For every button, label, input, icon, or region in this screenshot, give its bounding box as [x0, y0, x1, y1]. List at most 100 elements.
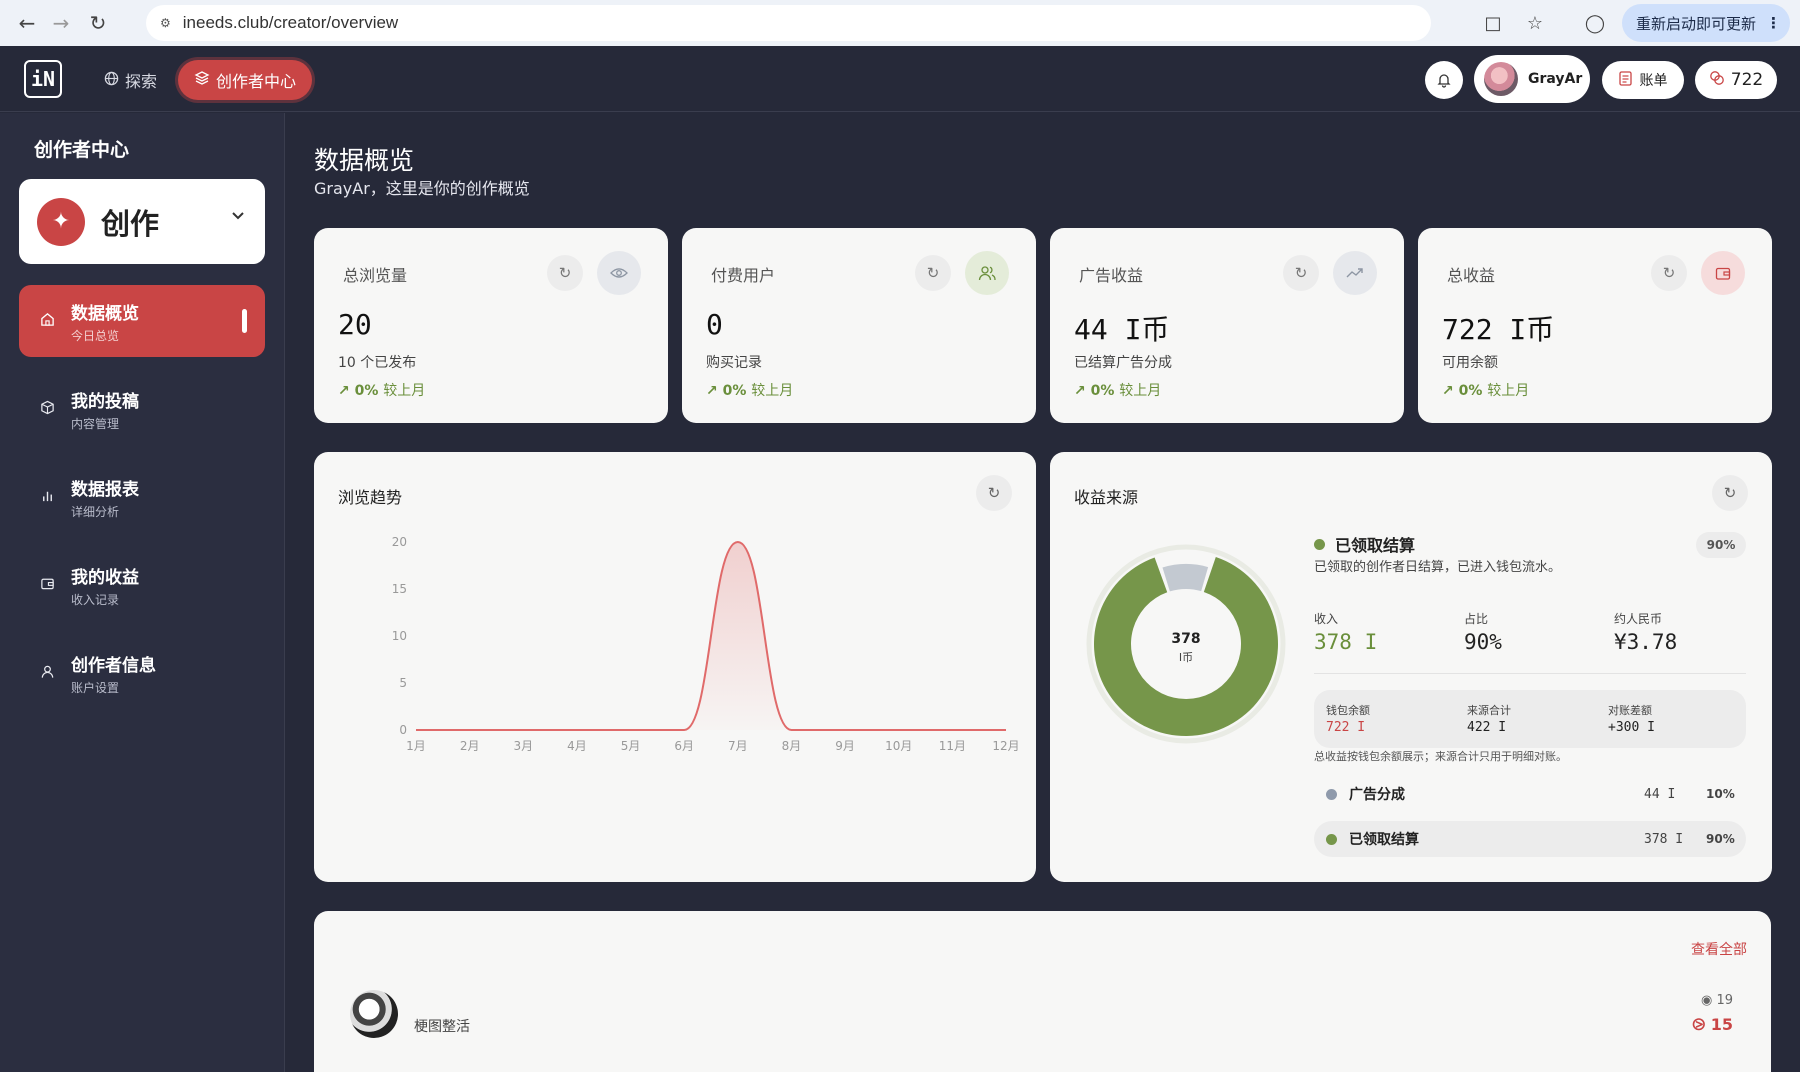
trend-chart: 0 5 10 15 20 1月 2月 3月 4月 5月 6月 7月 8月 9月 10月 11月 12月	[392, 535, 1020, 753]
share-value: 90%	[1464, 630, 1502, 654]
view-trend-panel: 浏览趋势 ↻ 0 5 10 15 20 1月 2月 3月 4月 5月 6月 7月 8月 9月 10月 11月 1…	[314, 452, 1036, 882]
back-icon[interactable]: ←	[12, 8, 42, 38]
x-tick-label: 1月	[406, 739, 426, 753]
address-bar[interactable]: ⚙ ineeds.club/creator/overview	[146, 5, 1431, 41]
stat-card-total-views: 总浏览量 ↻ 20 10 个已发布 ↗ 0% 较上月	[314, 228, 668, 423]
source-amount: 44 I	[1644, 786, 1676, 802]
sidebar-item-sublabel: 内容管理	[71, 416, 120, 431]
change-compare: 较上月	[383, 383, 426, 399]
refresh-icon[interactable]: ↻	[547, 255, 583, 291]
work-views: ◉ 19	[1701, 993, 1733, 1008]
globe-icon	[104, 71, 119, 90]
x-tick-label: 6月	[674, 739, 694, 753]
stat-value: 0	[706, 308, 723, 341]
rmb-label: 约人民币	[1614, 612, 1663, 626]
change-compare: 较上月	[1119, 383, 1162, 399]
explore-link[interactable]: 探索	[104, 64, 157, 96]
coins-icon	[1709, 70, 1725, 91]
stat-card-paid-users: 付费用户 ↻ 0 购买记录 ↗ 0% 较上月	[682, 228, 1036, 423]
sparkle-icon: ✦	[37, 197, 85, 246]
source-row-ads[interactable]: 广告分成 44 I 10%	[1314, 776, 1746, 812]
source-label: 广告分成	[1349, 787, 1405, 803]
source-pct: 10%	[1706, 787, 1735, 801]
y-tick-label: 15	[392, 582, 407, 596]
create-dropdown[interactable]: ✦ 创作	[19, 179, 265, 264]
coins-icon: ⧁	[1692, 1015, 1706, 1034]
active-indicator	[242, 309, 247, 333]
source-total-value: 422 I	[1467, 720, 1507, 735]
stat-description: 10 个已发布	[338, 355, 417, 371]
coin-balance-button[interactable]: 722	[1695, 61, 1777, 99]
chevron-down-icon	[231, 209, 245, 225]
wallet-balance-label: 钱包余额	[1326, 704, 1370, 717]
refresh-icon[interactable]: ↻	[1712, 475, 1748, 511]
stat-value: 722 I币	[1442, 313, 1555, 346]
x-tick-label: 10月	[885, 739, 912, 753]
site-logo[interactable]: iN	[24, 60, 62, 98]
sidebar-item-sublabel: 账户设置	[71, 680, 120, 695]
revenue-source-panel: 收益来源 ↻ 378 I币 已领取结算 90% 已领取的创作者日结算，已进入钱包…	[1050, 452, 1772, 882]
stat-label: 付费用户	[711, 266, 776, 285]
donut-slice-ads[interactable]	[1162, 564, 1209, 592]
install-app-icon[interactable]: □	[1478, 8, 1508, 38]
refresh-icon[interactable]: ↻	[1283, 255, 1319, 291]
reload-icon[interactable]: ↻	[83, 8, 113, 38]
share-label: 占比	[1464, 612, 1489, 626]
sidebar-item-label: 数据报表	[71, 479, 139, 500]
bookmark-star-icon[interactable]: ☆	[1520, 8, 1550, 38]
refresh-icon[interactable]: ↻	[915, 255, 951, 291]
forward-icon[interactable]: →	[46, 8, 76, 38]
sidebar-item-earnings[interactable]: 我的收益 收入记录	[19, 549, 265, 621]
view-all-link[interactable]: 查看全部	[1691, 939, 1747, 959]
y-tick-label: 0	[399, 723, 407, 737]
stat-change: ↗ 0% 较上月	[706, 383, 794, 399]
change-value: 0%	[1090, 383, 1115, 399]
stat-label: 广告收益	[1079, 266, 1144, 285]
bill-button[interactable]: 账单	[1602, 61, 1684, 99]
sidebar-item-sublabel: 今日总览	[71, 328, 120, 343]
x-tick-label: 8月	[782, 739, 802, 753]
change-value: 0%	[1458, 383, 1483, 399]
notification-bell-icon[interactable]	[1425, 61, 1463, 99]
source-row-settled[interactable]: 已领取结算 378 I 90%	[1314, 821, 1746, 857]
change-value: 0%	[722, 383, 747, 399]
stat-value: 20	[338, 308, 372, 341]
username: GrayAr	[1528, 71, 1583, 87]
sidebar-title: 创作者中心	[34, 139, 130, 161]
sidebar-item-overview[interactable]: 数据概览 今日总览	[19, 285, 265, 357]
sidebar-item-reports[interactable]: 数据报表 详细分析	[19, 461, 265, 533]
x-tick-label: 4月	[567, 739, 587, 753]
url-text: ineeds.club/creator/overview	[182, 13, 399, 32]
update-button[interactable]: 重新启动即可更新 ⋮	[1622, 4, 1790, 42]
x-tick-label: 9月	[835, 739, 855, 753]
stat-card-ad-revenue: 广告收益 ↻ 44 I币 已结算广告分成 ↗ 0% 较上月	[1050, 228, 1404, 423]
site-settings-icon[interactable]: ⚙	[160, 16, 171, 30]
settled-pct-badge: 90%	[1696, 532, 1746, 558]
x-tick-label: 2月	[460, 739, 480, 753]
work-thumbnail[interactable]	[350, 990, 398, 1038]
user-menu[interactable]: GrayAr	[1474, 55, 1590, 103]
settled-label: 已领取结算	[1335, 536, 1416, 555]
x-tick-label: 3月	[513, 739, 533, 753]
reconcile-diff-label: 对账差额	[1608, 704, 1652, 717]
source-amount: 378 I	[1644, 831, 1684, 847]
panel-title: 收益来源	[1074, 488, 1139, 507]
eye-icon: ◉	[1700, 993, 1713, 1008]
sidebar-item-posts[interactable]: 我的投稿 内容管理	[19, 373, 265, 445]
sidebar-item-label: 数据概览	[71, 303, 139, 324]
sidebar-item-creator-info[interactable]: 创作者信息 账户设置	[19, 637, 265, 709]
reconciliation-box: 钱包余额 722 I 来源合计 422 I 对账差额 +300 I	[1314, 690, 1746, 748]
profile-icon[interactable]: ◯	[1580, 8, 1610, 38]
coin-balance: 722	[1730, 70, 1764, 90]
work-coin-count: 15	[1710, 1015, 1733, 1034]
refresh-icon[interactable]: ↻	[1651, 255, 1687, 291]
source-label: 已领取结算	[1349, 832, 1419, 848]
source-pct: 90%	[1706, 832, 1735, 846]
stat-description: 已结算广告分成	[1074, 355, 1172, 371]
work-title[interactable]: 梗图整活	[414, 1016, 470, 1036]
creator-center-tab[interactable]: 创作者中心	[178, 60, 313, 100]
recent-works-card: 查看全部 梗图整活 ◉ 19 ⧁ 15	[314, 911, 1771, 1072]
wallet-balance-value: 722 I	[1326, 720, 1366, 735]
more-menu-icon[interactable]: ⋮	[1766, 14, 1781, 32]
revenue-donut-chart: 378 I币	[1086, 544, 1286, 744]
